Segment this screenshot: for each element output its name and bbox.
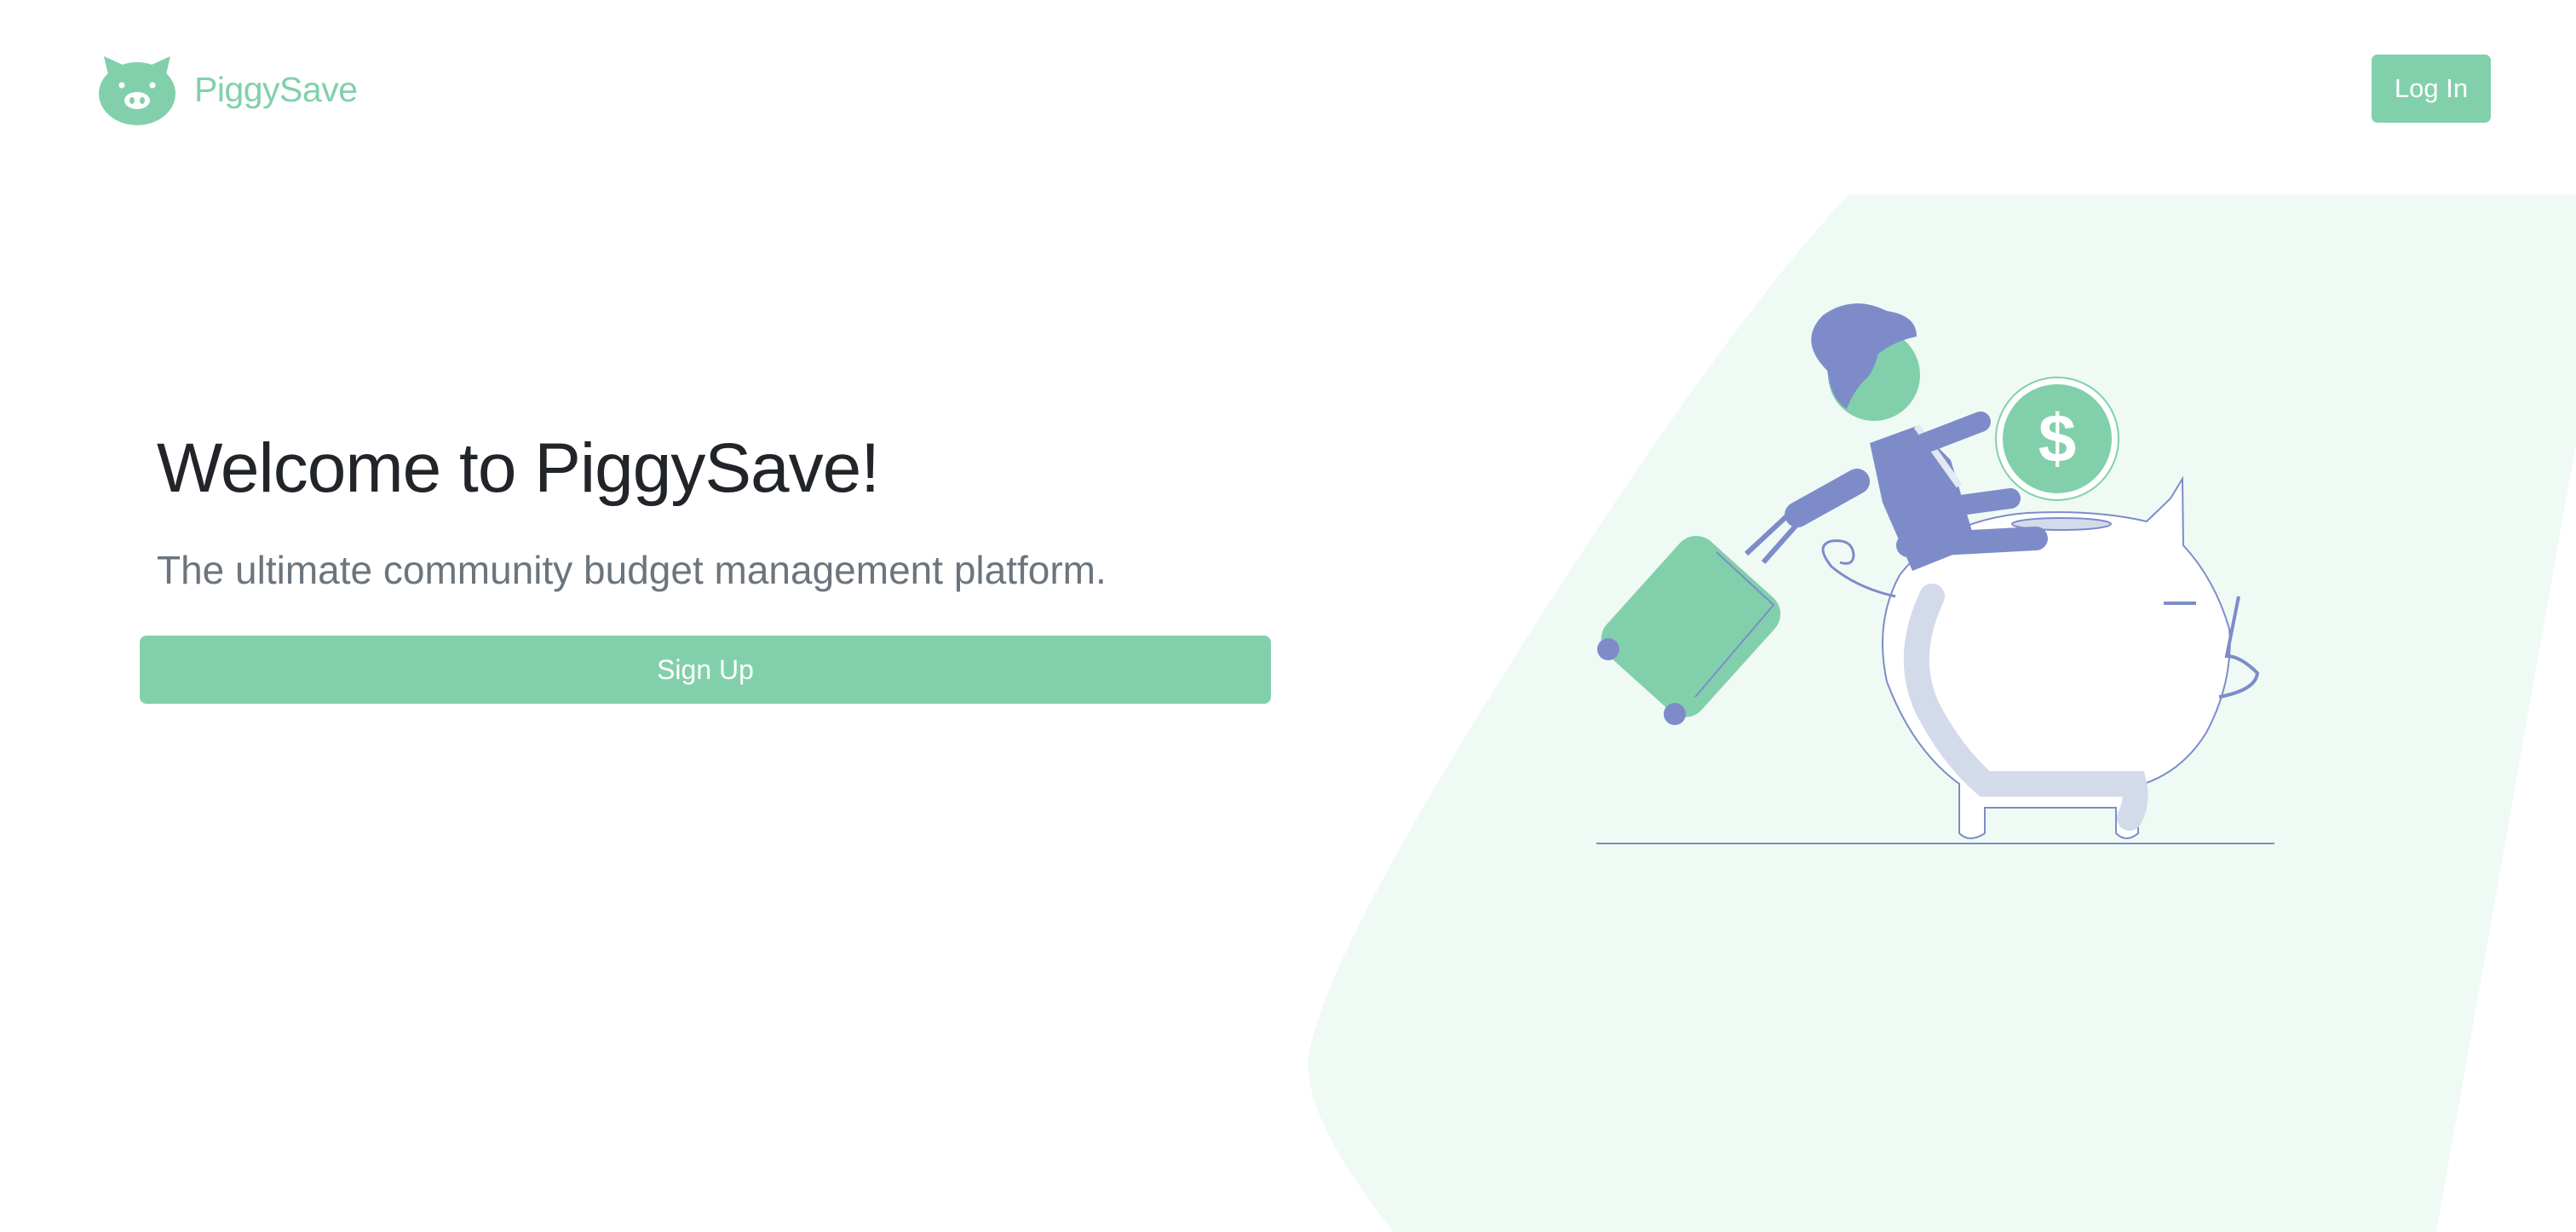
header: PiggySave Log In [0, 0, 2576, 179]
pig-icon [99, 56, 175, 125]
landing-page: PiggySave Log In Welcome to PiggySave! T… [0, 0, 2576, 1232]
signup-button[interactable]: Sign Up [140, 636, 1271, 704]
brand-name: PiggySave [194, 69, 358, 109]
hero-section: Welcome to PiggySave! The ultimate commu… [140, 417, 1281, 704]
page-subtitle: The ultimate community budget management… [157, 548, 1107, 592]
page-title: Welcome to PiggySave! [157, 429, 880, 507]
traveler-piggy-bank-illustration: $ [1596, 303, 2274, 844]
login-button[interactable]: Log In [2372, 55, 2491, 123]
brand-logo[interactable]: PiggySave [97, 53, 358, 126]
coin-dollar-symbol: $ [2038, 400, 2077, 476]
